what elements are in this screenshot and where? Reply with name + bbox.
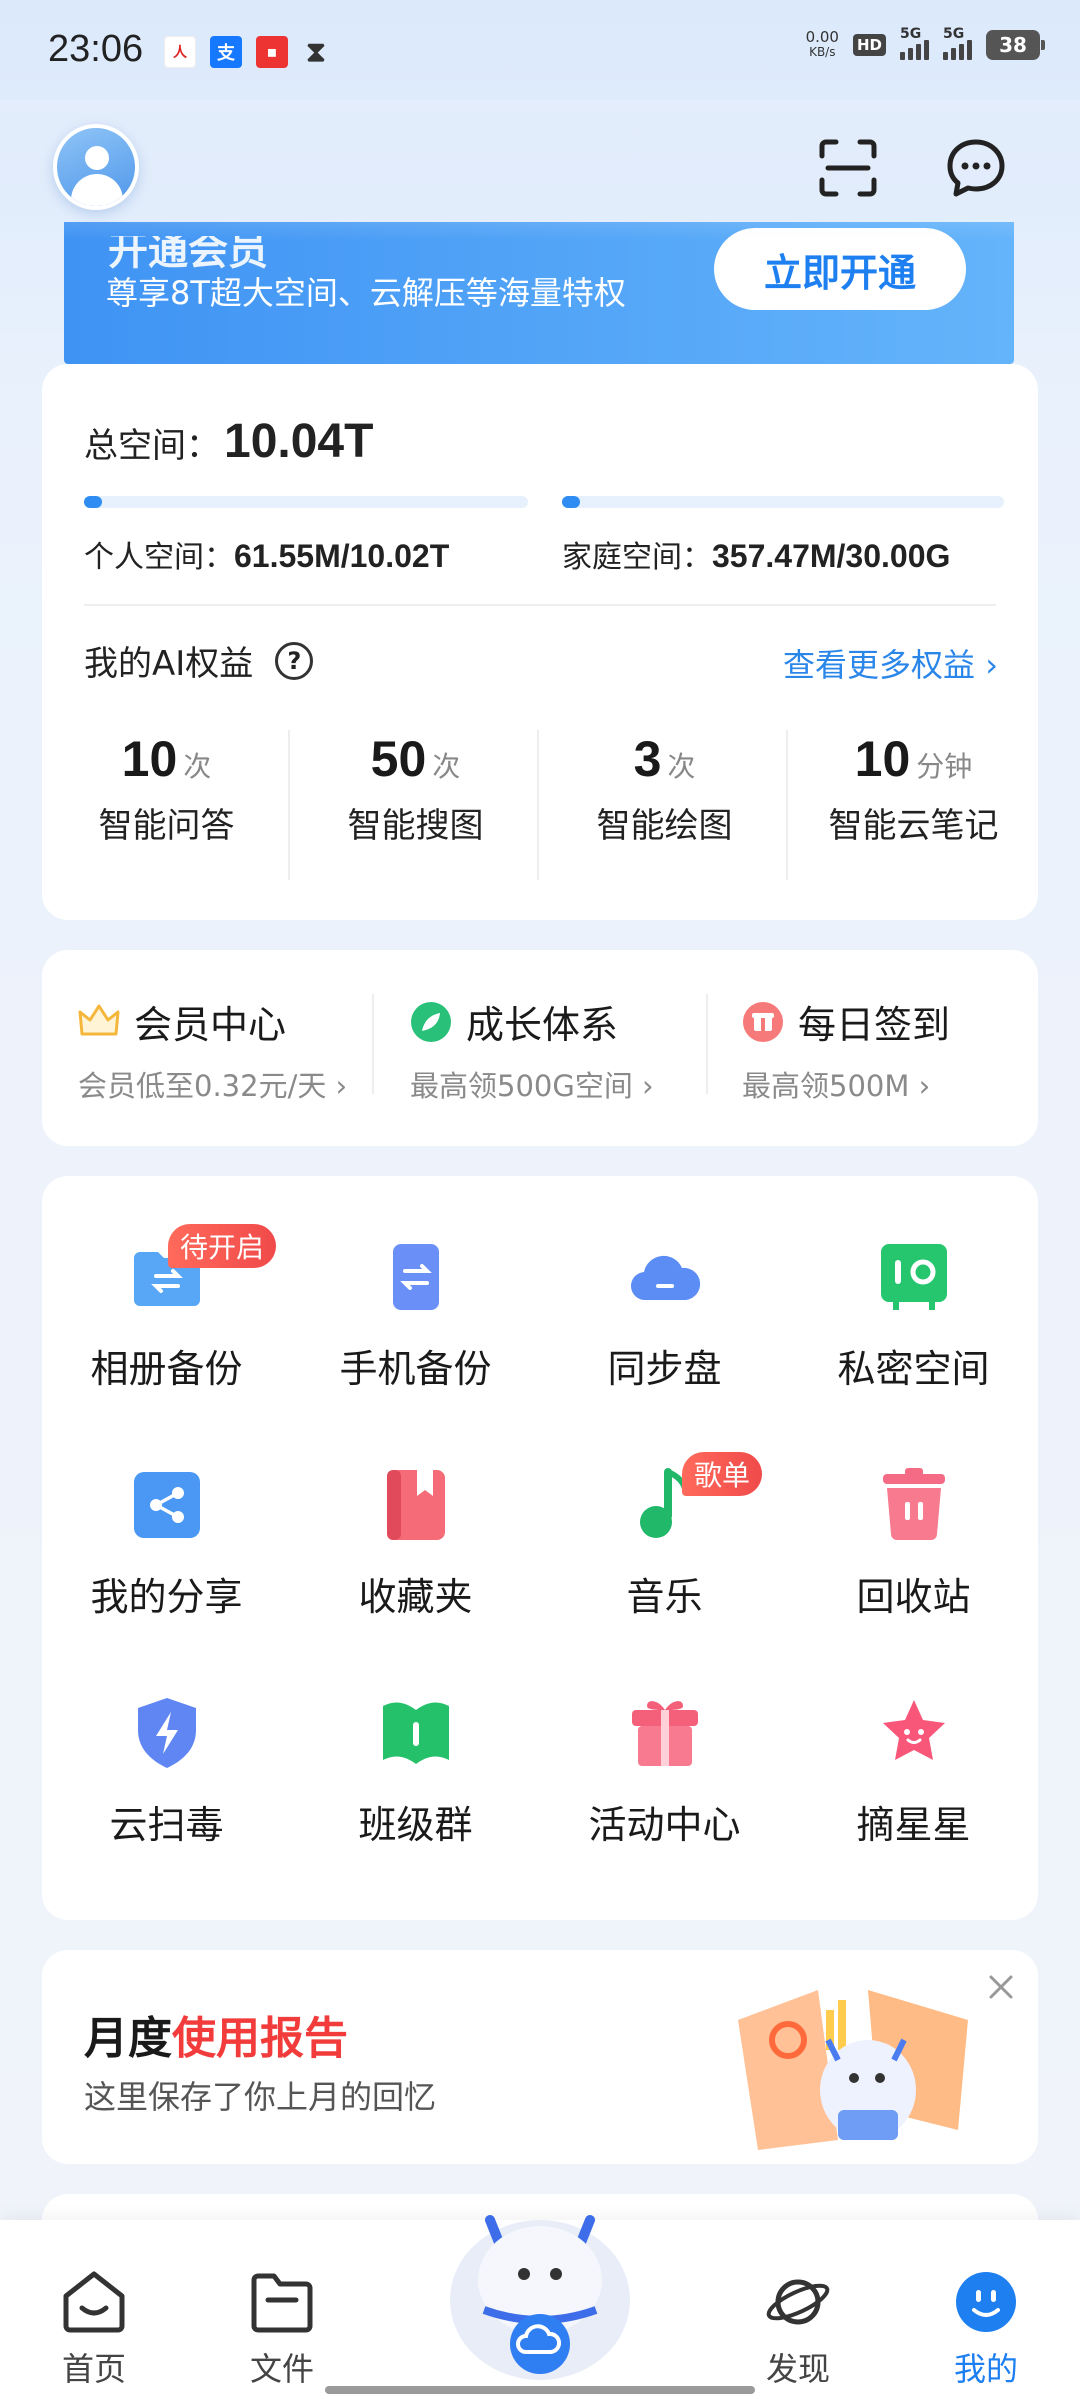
member-center[interactable]: 会员中心 会员低至0.32元/天 ›: [78, 994, 347, 1104]
grid-my-share[interactable]: 我的分享: [42, 1404, 291, 1619]
chevron-right-icon: ›: [985, 646, 998, 684]
growth-system[interactable]: 成长体系 最高领500G空间 ›: [410, 994, 654, 1104]
grid-private-space[interactable]: 私密空间: [789, 1176, 1038, 1391]
gift-box-icon: [743, 1001, 783, 1042]
gift-icon: [632, 1701, 698, 1766]
grid-sync-disk[interactable]: 同步盘: [540, 1176, 789, 1391]
mascot-cloud-button[interactable]: [420, 2180, 660, 2390]
report-title: 月度使用报告: [84, 2013, 348, 2064]
daily-checkin[interactable]: 每日签到 最高领500M ›: [742, 994, 950, 1104]
star-icon: [883, 1700, 945, 1760]
home-indicator[interactable]: [325, 2386, 755, 2394]
report-subtitle: 这里保存了你上月的回忆: [84, 2078, 437, 2116]
avatar[interactable]: [53, 124, 139, 210]
grid-activity-center[interactable]: 活动中心: [540, 1632, 789, 1847]
hourglass-icon: ⧗: [306, 35, 326, 68]
ai-item-qa[interactable]: 10 次 智能问答: [42, 730, 291, 886]
alipay-icon: 支: [210, 36, 242, 68]
personal-space-bar: [84, 496, 528, 508]
bottom-nav: 首页 文件 发现 我的: [0, 2215, 1080, 2400]
people-daily-icon: 人: [164, 36, 196, 68]
monthly-report-card[interactable]: 月度使用报告 这里保存了你上月的回忆: [42, 1950, 1038, 2164]
grid-cloud-antivirus[interactable]: 云扫毒: [42, 1632, 291, 1847]
scan-icon[interactable]: [816, 136, 880, 200]
ai-item-drawing[interactable]: 3次 智能绘图: [540, 730, 789, 886]
smile-icon: [956, 2272, 1016, 2332]
feature-grid: 相册备份 待开启 手机备份 同步盘 私密空间 我的分享 收藏夹 音乐 歌单 回收…: [42, 1176, 1038, 1920]
grid-favorites[interactable]: 收藏夹: [291, 1404, 540, 1619]
mascot-cloud-icon: [450, 2215, 630, 2380]
safe-icon: [881, 1244, 947, 1310]
ai-rights-title: 我的AI权益 ?: [84, 636, 314, 685]
playlist-badge: 歌单: [682, 1452, 763, 1496]
folder-icon: [251, 2273, 313, 2333]
nav-files[interactable]: 文件: [222, 2270, 342, 2390]
trash-icon: [883, 1468, 945, 1540]
shield-icon: [138, 1698, 196, 1768]
battery-icon: 38: [986, 30, 1045, 60]
grid-phone-backup[interactable]: 手机备份: [291, 1176, 540, 1391]
status-time: 23:06: [48, 28, 144, 70]
sync-cloud-icon: [630, 1255, 701, 1301]
personal-space[interactable]: 个人空间：61.55M/10.02T: [84, 532, 449, 576]
pending-badge: 待开启: [168, 1224, 277, 1268]
nav-mine[interactable]: 我的: [926, 2270, 1046, 2390]
grid-album-backup[interactable]: 相册备份: [42, 1176, 291, 1391]
header: [0, 100, 1080, 240]
report-illustration: [738, 1990, 968, 2150]
app-icon: ◼: [256, 36, 288, 68]
nav-home[interactable]: 首页: [34, 2270, 154, 2390]
member-row: 会员中心 会员低至0.32元/天 › 成长体系 最高领500G空间 › 每日签到…: [42, 950, 1038, 1146]
book-icon: [383, 1702, 449, 1764]
signal-icon: 5G: [900, 26, 929, 60]
signal-icon-2: 5G: [943, 26, 972, 60]
open-vip-button[interactable]: 立即开通: [714, 228, 966, 310]
bookmark-icon: [387, 1470, 445, 1540]
home-icon: [63, 2271, 125, 2333]
family-space-bar: [562, 496, 1004, 508]
ai-item-image-search[interactable]: 50 次 智能搜图: [291, 730, 540, 886]
nav-discover[interactable]: 发现: [738, 2270, 858, 2390]
status-bar: 23:06 人 支 ◼ ⧗ 0.00 KB/s HD 5G 5G 38: [0, 0, 1080, 100]
divider: [84, 604, 996, 606]
leaf-icon: [411, 1001, 451, 1042]
grid-recycle-bin[interactable]: 回收站: [789, 1404, 1038, 1619]
total-space: 总空间： 10.04T: [84, 415, 374, 468]
crown-icon: [78, 1004, 120, 1035]
planet-icon: [766, 2279, 830, 2325]
hd-icon: HD: [852, 34, 886, 56]
net-speed: 0.00 KB/s: [805, 28, 839, 60]
grid-pick-stars[interactable]: 摘星星: [789, 1632, 1038, 1847]
grid-music[interactable]: 音乐: [540, 1404, 789, 1619]
help-icon[interactable]: ?: [275, 641, 314, 680]
phone-backup-icon: [393, 1244, 439, 1310]
family-space[interactable]: 家庭空间：357.47M/30.00G: [562, 532, 950, 576]
close-icon[interactable]: [986, 1972, 1016, 2002]
message-icon[interactable]: [944, 136, 1008, 200]
ai-item-cloud-notes[interactable]: 10 分钟 智能云笔记: [789, 730, 1038, 886]
promo-subtitle: 尊享8T超大空间、云解压等海量特权: [106, 274, 626, 312]
more-rights-link[interactable]: 查看更多权益 ›: [783, 640, 998, 686]
grid-class-group[interactable]: 班级群: [291, 1632, 540, 1847]
storage-card: 总空间： 10.04T 个人空间：61.55M/10.02T 家庭空间：357.4…: [42, 364, 1038, 920]
share-icon: [134, 1472, 200, 1538]
